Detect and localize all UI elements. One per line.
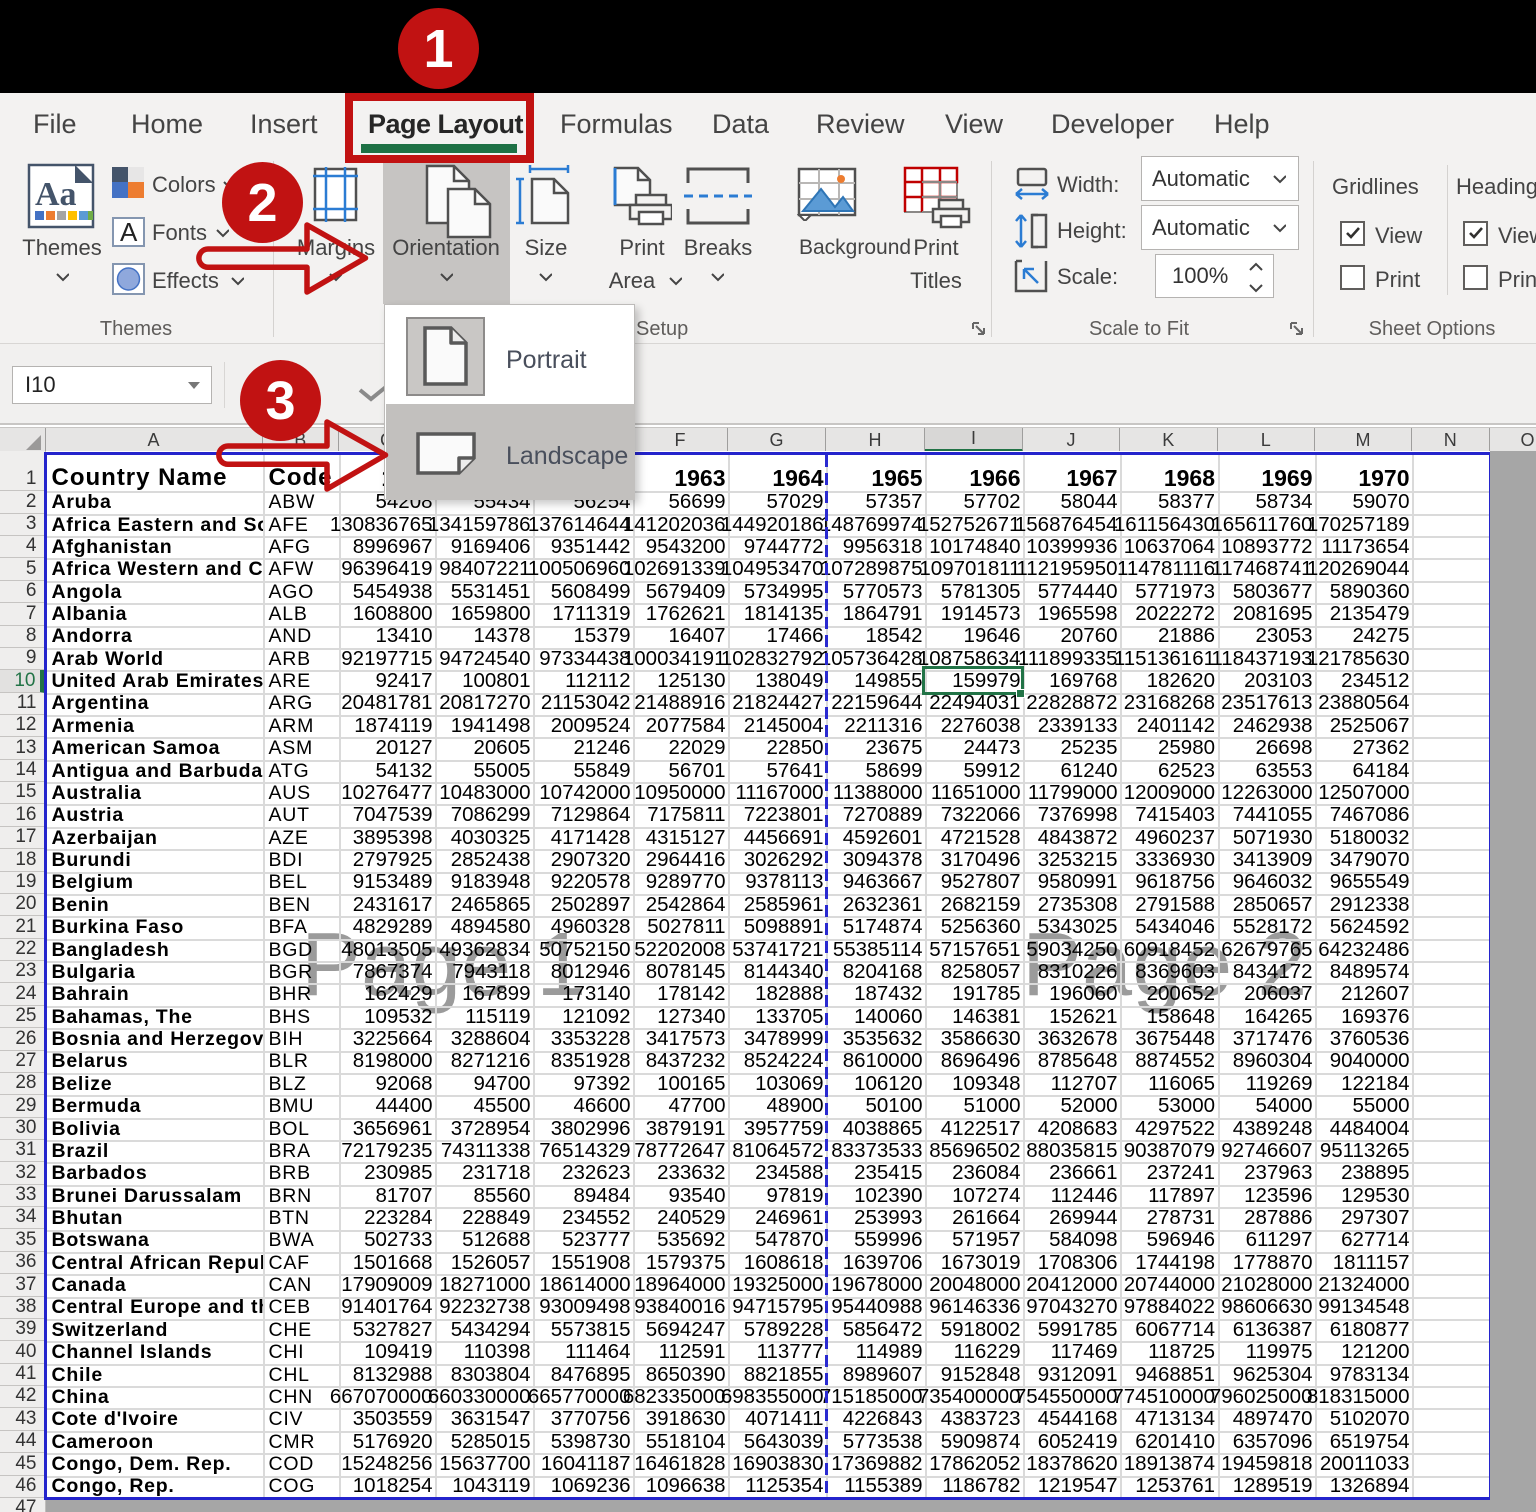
svg-text:A: A	[120, 217, 138, 247]
svg-text:Aa: Aa	[35, 176, 77, 213]
